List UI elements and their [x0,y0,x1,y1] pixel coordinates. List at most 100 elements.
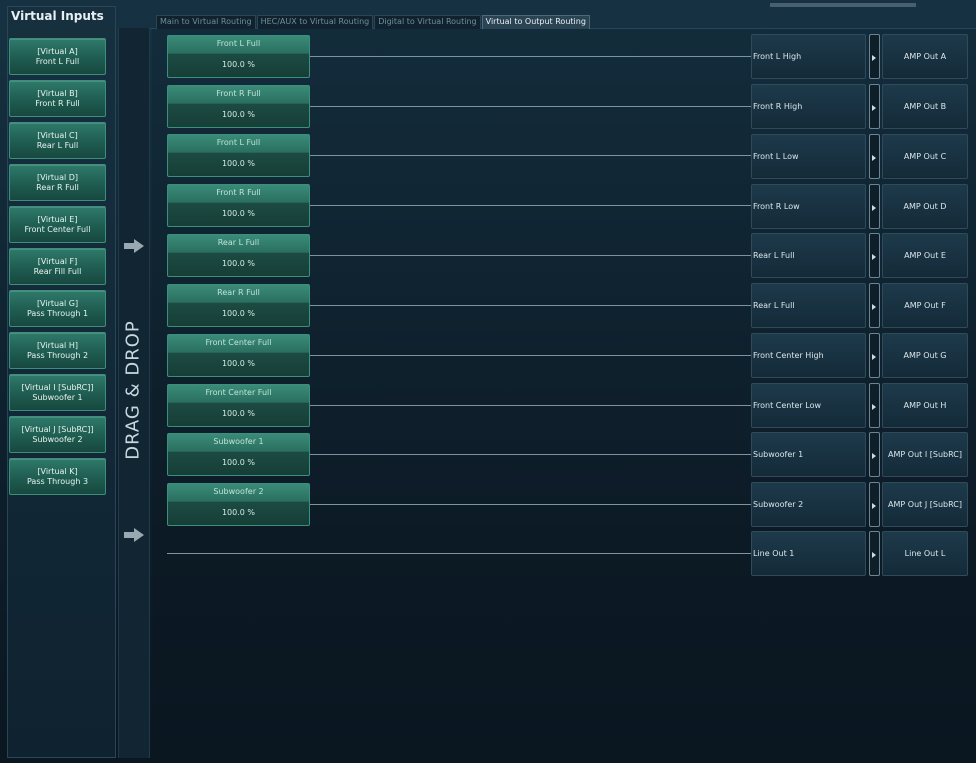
virtual-input-id: [Virtual H] [37,340,78,350]
virtual-input-id: [Virtual A] [37,46,78,56]
output-selector[interactable]: Rear L Full [751,233,866,278]
virtual-input-d[interactable]: [Virtual D] Rear R Full [9,164,106,201]
virtual-input-id: [Virtual K] [37,466,78,476]
route-wire [310,454,751,455]
virtual-input-id: [Virtual G] [36,298,79,308]
source-level: 100.0 % [221,309,256,318]
virtual-input-id: [Virtual C] [37,130,78,140]
amp-output: AMP Out D [882,184,968,229]
source-block[interactable]: Rear L Full 100.0 % [167,234,310,277]
right-arrow-icon [124,528,144,542]
virtual-input-h[interactable]: [Virtual H] Pass Through 2 [9,332,106,369]
virtual-input-label: Rear R Full [36,182,79,192]
dropdown-arrow-icon [872,155,876,161]
tab-hec-aux-to-virtual[interactable]: HEC/AUX to Virtual Routing [256,15,374,29]
virtual-input-label: Rear L Full [36,140,79,150]
source-block[interactable]: Rear R Full 100.0 % [167,284,310,327]
amp-output: AMP Out C [882,134,968,179]
output-dropdown-button[interactable] [869,432,880,477]
source-block[interactable]: Subwoofer 1 100.0 % [167,433,310,476]
virtual-input-i[interactable]: [Virtual I [SubRC]] Subwoofer 1 [9,374,106,411]
dropdown-arrow-icon [872,205,876,211]
output-dropdown-button[interactable] [869,184,880,229]
source-level: 100.0 % [221,359,256,368]
route-wire [310,305,751,306]
output-dropdown-button[interactable] [869,84,880,129]
dropdown-arrow-icon [872,254,876,260]
source-name: Subwoofer 1 [213,437,264,446]
source-level: 100.0 % [221,458,256,467]
virtual-input-c[interactable]: [Virtual C] Rear L Full [9,122,106,159]
route-wire [310,155,751,156]
source-block[interactable]: Front R Full 100.0 % [167,85,310,128]
amp-output: AMP Out I [SubRC] [882,432,968,477]
tab-bar: Main to Virtual Routing HEC/AUX to Virtu… [156,15,591,29]
output-dropdown-button[interactable] [869,531,880,576]
output-selector[interactable]: Line Out 1 [751,531,866,576]
tab-main-to-virtual[interactable]: Main to Virtual Routing [156,15,256,29]
output-selector[interactable]: Front Center Low [751,383,866,428]
output-selector[interactable]: Front Center High [751,333,866,378]
tab-virtual-to-output[interactable]: Virtual to Output Routing [481,15,590,29]
output-selector[interactable]: Front R High [751,84,866,129]
source-level: 100.0 % [221,508,256,517]
virtual-input-label: Front Center Full [24,224,91,234]
route-wire [167,553,751,554]
output-dropdown-button[interactable] [869,383,880,428]
source-block[interactable]: Front L Full 100.0 % [167,35,310,78]
output-dropdown-button[interactable] [869,134,880,179]
virtual-input-label: Front R Full [35,98,80,108]
source-level: 100.0 % [221,60,256,69]
output-dropdown-button[interactable] [869,233,880,278]
virtual-input-a[interactable]: [Virtual A] Front L Full [9,38,106,75]
virtual-input-k[interactable]: [Virtual K] Pass Through 3 [9,458,106,495]
output-selector[interactable]: Front L Low [751,134,866,179]
source-level: 100.0 % [221,209,256,218]
virtual-input-id: [Virtual B] [37,88,78,98]
source-block[interactable]: Front R Full 100.0 % [167,184,310,227]
output-label: Front R High [753,102,803,111]
source-level: 100.0 % [221,409,256,418]
virtual-input-e[interactable]: [Virtual E] Front Center Full [9,206,106,243]
output-label: Front Center High [753,351,824,360]
virtual-input-id: [Virtual E] [37,214,78,224]
virtual-input-j[interactable]: [Virtual J [SubRC]] Subwoofer 2 [9,416,106,453]
virtual-input-g[interactable]: [Virtual G] Pass Through 1 [9,290,106,327]
amp-output: AMP Out B [882,84,968,129]
virtual-input-id: [Virtual J [SubRC]] [21,424,94,434]
top-bar-remnant [770,3,916,7]
source-block[interactable]: Front Center Full 100.0 % [167,384,310,427]
virtual-input-id: [Virtual I [SubRC]] [21,382,94,392]
amp-output: Line Out L [882,531,968,576]
source-level: 100.0 % [221,159,256,168]
panel-title: Virtual Inputs [11,9,104,23]
tab-digital-to-virtual[interactable]: Digital to Virtual Routing [374,15,481,29]
source-name: Front Center Full [205,338,272,347]
source-level: 100.0 % [221,110,256,119]
output-selector[interactable]: Front R Low [751,184,866,229]
amp-output: AMP Out G [882,333,968,378]
output-selector[interactable]: Subwoofer 2 [751,482,866,527]
output-dropdown-button[interactable] [869,34,880,79]
output-selector[interactable]: Subwoofer 1 [751,432,866,477]
right-arrow-icon [124,239,144,253]
amp-output: AMP Out A [882,34,968,79]
source-block[interactable]: Front Center Full 100.0 % [167,334,310,377]
virtual-input-b[interactable]: [Virtual B] Front R Full [9,80,106,117]
output-selector[interactable]: Rear L Full [751,283,866,328]
source-name: Rear R Full [217,288,260,297]
route-wire [310,504,751,505]
output-dropdown-button[interactable] [869,333,880,378]
virtual-input-f[interactable]: [Virtual F] Rear Fill Full [9,248,106,285]
output-dropdown-button[interactable] [869,283,880,328]
route-wire [310,106,751,107]
output-selector[interactable]: Front L High [751,34,866,79]
source-name: Front R Full [216,188,261,197]
virtual-input-label: Front L Full [35,56,80,66]
source-block[interactable]: Subwoofer 2 100.0 % [167,483,310,526]
dropdown-arrow-icon [872,354,876,360]
source-block[interactable]: Front L Full 100.0 % [167,134,310,177]
output-dropdown-button[interactable] [869,482,880,527]
output-label: Front Center Low [753,401,821,410]
virtual-input-label: Pass Through 1 [26,308,89,318]
